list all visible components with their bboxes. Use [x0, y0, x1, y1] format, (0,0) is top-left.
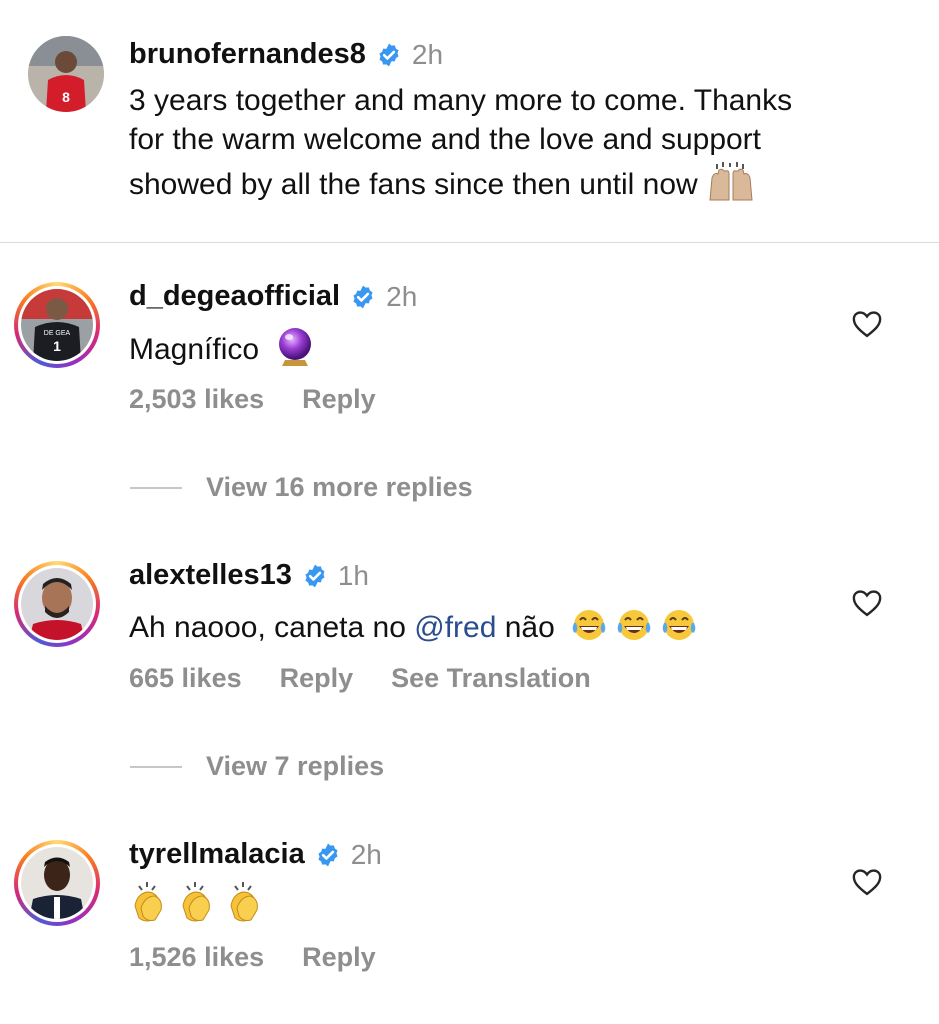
avatar-image: [21, 568, 93, 640]
comment-text: Magnífico: [129, 327, 313, 375]
comment-time: 2h: [350, 838, 382, 870]
view-replies-line: [130, 766, 182, 768]
caption-line-3: showed by all the fans since then until …: [129, 162, 756, 210]
reply-button[interactable]: Reply: [302, 384, 376, 414]
view-replies-button[interactable]: View 7 replies: [206, 751, 384, 782]
caption-line-2: for the warm welcome and the love and su…: [129, 123, 762, 156]
comment-meta: 2,503 likes Reply: [129, 384, 414, 415]
comment-username[interactable]: d_degeaofficial 2h: [129, 280, 417, 313]
username-text[interactable]: alextelles13: [129, 559, 292, 592]
like-heart-icon[interactable]: [852, 868, 882, 896]
commenter-avatar[interactable]: DE GEA 1: [21, 289, 93, 361]
post-author-avatar[interactable]: 8: [28, 36, 104, 112]
caption-line-1: 3 years together and many more to come. …: [129, 84, 793, 117]
crystal-ball-emoji-icon: [277, 327, 313, 375]
comment-time: 1h: [337, 559, 370, 591]
reply-button[interactable]: Reply: [302, 942, 376, 972]
post-time: 2h: [411, 38, 444, 70]
reply-button[interactable]: Reply: [280, 663, 354, 693]
username-text[interactable]: brunofernandes8: [129, 38, 366, 71]
comment-text-content: Magnífico: [129, 332, 260, 366]
laughing-tears-emoji-icon: [571, 606, 697, 652]
caption-line-3-text: showed by all the fans since then until …: [129, 167, 698, 201]
like-heart-icon[interactable]: [852, 310, 882, 338]
likes-count[interactable]: 665 likes: [129, 663, 242, 693]
comment-username[interactable]: tyrellmalacia 2h: [129, 838, 382, 871]
verified-badge-icon: [379, 43, 399, 66]
verified-badge-icon: [353, 285, 373, 308]
comment-text-end: não: [496, 610, 555, 644]
commenter-avatar[interactable]: [21, 568, 93, 640]
like-heart-icon[interactable]: [852, 589, 882, 617]
avatar-image: DE GEA 1: [21, 289, 93, 361]
post-author-username[interactable]: brunofernandes8 2h: [129, 38, 443, 71]
clapping-hands-emoji-icon: [129, 880, 271, 929]
verified-badge-icon: [305, 564, 325, 587]
comment-text-start: Ah naooo, caneta no: [129, 610, 415, 644]
raising-hands-emoji-icon: [706, 162, 756, 210]
view-replies-line: [130, 487, 182, 489]
comment-time: 2h: [386, 280, 418, 312]
mention-link[interactable]: @fred: [414, 611, 496, 644]
likes-count[interactable]: 2,503 likes: [129, 384, 264, 414]
comment-username[interactable]: alextelles13 1h: [129, 559, 369, 592]
commenter-avatar[interactable]: [21, 847, 93, 919]
likes-count[interactable]: 1,526 likes: [129, 942, 264, 972]
svg-text:1: 1: [53, 338, 61, 354]
view-replies-button[interactable]: View 16 more replies: [206, 472, 473, 503]
username-text[interactable]: d_degeaofficial: [129, 280, 340, 313]
caption-divider: [0, 242, 939, 243]
svg-text:8: 8: [62, 89, 70, 105]
svg-text:DE GEA: DE GEA: [44, 330, 71, 337]
verified-badge-icon: [318, 843, 338, 866]
comment-meta: 1,526 likes Reply: [129, 942, 414, 973]
see-translation-button[interactable]: See Translation: [391, 663, 591, 693]
username-text[interactable]: tyrellmalacia: [129, 838, 305, 871]
comment-meta: 665 likes Reply See Translation: [129, 663, 629, 694]
avatar-image: 8: [28, 36, 104, 112]
comment-text: Ah naooo, caneta no @fred não: [129, 606, 697, 652]
avatar-image: [21, 847, 93, 919]
